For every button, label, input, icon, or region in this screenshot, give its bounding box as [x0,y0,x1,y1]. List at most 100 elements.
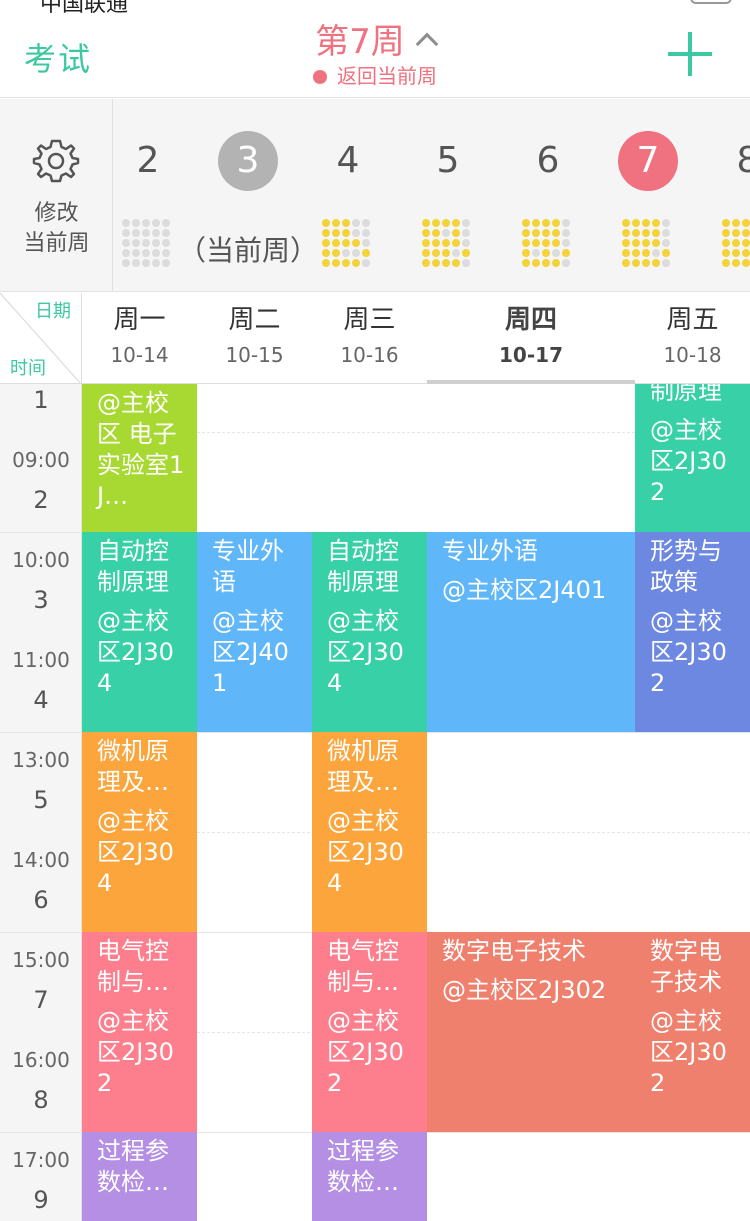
week-dot [742,259,750,267]
week-dot [422,229,430,237]
week-dot [642,249,650,257]
week-dot [352,239,360,247]
week-dot [162,219,170,227]
week-dot [342,219,350,227]
week-title-label: 第7周 [315,22,405,62]
week-dot [542,249,550,257]
week-item-3[interactable]: 3 （当前周） [178,99,318,291]
period-time: 10:00 [12,548,70,572]
week-number: 8 [718,131,750,191]
week-dot [122,229,130,237]
course-card[interactable]: 自动控制原理 @主校区2J304 [312,532,427,732]
week-selector: 修改 当前周 2 3 （当前周） 4 5 6 7 8 [0,99,750,292]
course-card[interactable]: 数字电子技术 @主校区2J302 [635,932,750,1132]
week-item-5[interactable]: 5 [398,99,498,291]
course-card[interactable]: 制原理 @主校区2J302 [635,384,750,532]
week-number-current: 3 [218,131,278,191]
week-number: 2 [136,140,160,181]
week-dot [542,219,550,227]
week-dot [432,259,440,267]
week-dot [542,229,550,237]
course-location: @主校区2J401 [212,607,289,697]
week-dot [132,239,140,247]
week-dot [342,249,350,257]
course-card[interactable]: 形势与政策 @主校区2J302 [635,532,750,732]
week-item-6[interactable]: 6 [498,99,598,291]
weekday-label: 周三 [343,305,396,335]
week-dot [122,239,130,247]
week-dot [642,219,650,227]
course-location: @主校区2J304 [97,807,174,897]
course-name: 专业外语 [442,537,538,565]
week-dot [322,219,330,227]
week-dot [732,239,740,247]
course-card[interactable]: 数字电子技术 @主校区2J302 [427,932,635,1132]
week-dot [132,219,140,227]
week-dot [562,249,570,257]
week-dot [152,249,160,257]
course-card[interactable]: 微机原理及… @主校区2J304 [312,732,427,932]
edit-current-week-button[interactable]: 修改 当前周 [0,99,113,291]
course-card[interactable]: 微机原理及… @主校区2J304 [82,732,197,932]
back-to-current-week-button[interactable]: 返回当前周 [0,60,750,89]
week-dot [442,229,450,237]
course-card[interactable]: 过程参数检… [82,1132,197,1221]
course-card[interactable]: 过程参数检… [312,1132,427,1221]
week-dot [742,239,750,247]
week-dot [522,259,530,267]
week-dot [352,249,360,257]
week-dot [652,249,660,257]
week-dot [562,239,570,247]
week-number-selected: 7 [618,131,678,191]
add-course-button[interactable] [668,32,712,76]
week-dot [462,219,470,227]
week-dot [122,219,130,227]
week-dot [152,239,160,247]
week-dot [722,219,730,227]
week-dots-grid [122,219,174,271]
week-dot [342,229,350,237]
week-dot [632,259,640,267]
edit-week-label-line1: 修改 [34,201,79,226]
course-card[interactable]: @主校区 电子实验室1J… [82,384,197,532]
week-dot [662,229,670,237]
week-dot [362,239,370,247]
course-card[interactable]: 自动控制原理 @主校区2J304 [82,532,197,732]
period-number: 9 [33,1186,49,1214]
week-dot [562,229,570,237]
weekday-label: 周四 [504,305,557,335]
header-corner: 日期 时间 [0,293,82,384]
week-dot [622,249,630,257]
week-dot [432,249,440,257]
week-item-4[interactable]: 4 [298,99,398,291]
week-dot [322,229,330,237]
week-dot [642,229,650,237]
period-time: 11:00 [12,648,70,672]
battery-icon [690,0,732,4]
week-dot [662,239,670,247]
day-column-fri: 周五 10-18 [635,293,750,384]
week-dot [652,229,660,237]
period-number: 5 [33,786,49,814]
course-card[interactable]: 专业外语 @主校区2J401 [427,532,635,732]
week-item-7[interactable]: 7 [598,99,698,291]
week-dot [132,249,140,257]
week-item-8[interactable]: 8 [698,99,750,291]
week-dot [352,219,360,227]
week-title-toggle[interactable]: 第7周 [0,14,750,63]
period-number: 3 [33,586,49,614]
week-dot [732,259,740,267]
course-card[interactable]: 电气控制与… @主校区2J302 [82,932,197,1132]
course-location: @主校区2J304 [327,607,404,697]
course-card[interactable]: 专业外语 @主校区2J401 [197,532,312,732]
course-name: 数字电子技术 [442,937,586,965]
week-dot [462,229,470,237]
course-card[interactable]: 电气控制与… @主校区2J302 [312,932,427,1132]
chevron-up-icon [415,32,439,55]
week-dot [732,229,740,237]
weekday-label: 周一 [113,305,166,335]
course-location: @主校区2J304 [97,607,174,697]
week-dot [322,249,330,257]
week-dot [562,259,570,267]
week-dot [432,239,440,247]
